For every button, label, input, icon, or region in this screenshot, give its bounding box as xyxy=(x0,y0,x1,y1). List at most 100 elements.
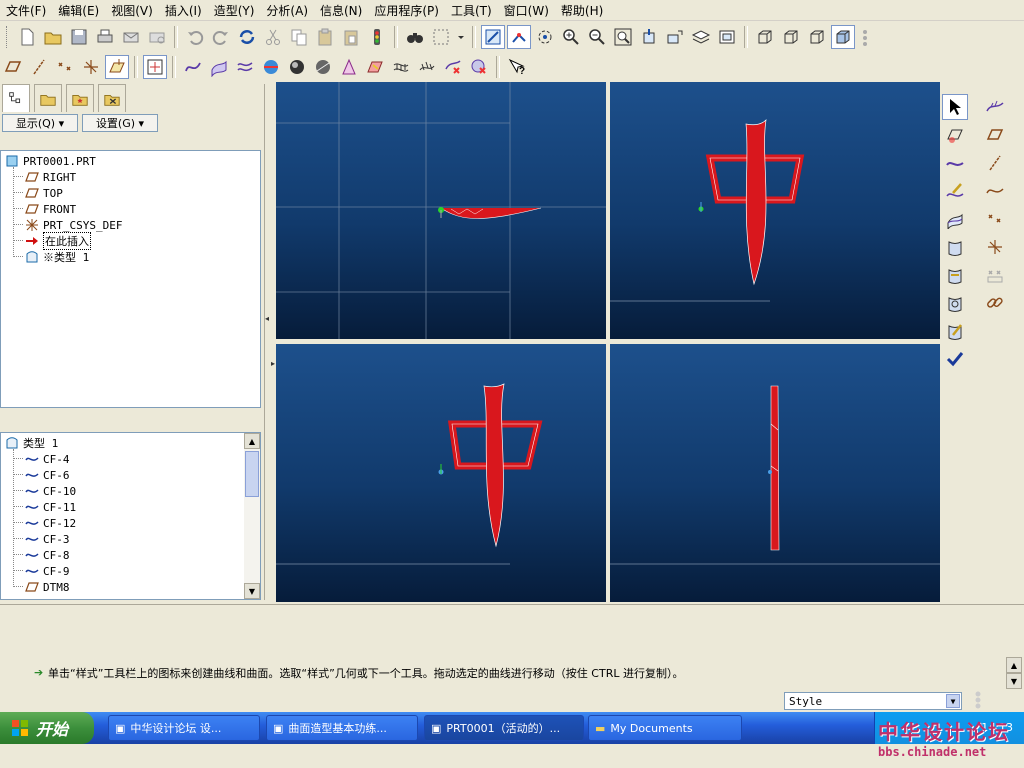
show-menu-button[interactable]: 显示(Q) ▾ xyxy=(2,114,78,132)
menu-item[interactable]: 编辑(E) xyxy=(52,2,105,19)
zoom-out-button[interactable] xyxy=(585,25,609,49)
scroll-up-button[interactable]: ▲ xyxy=(244,433,260,449)
delete-all-button[interactable] xyxy=(467,55,491,79)
style-tree-item[interactable]: CF-6 xyxy=(25,467,70,483)
refit-button[interactable] xyxy=(611,25,635,49)
task-button-tutorial[interactable]: ▣ 曲面造型基本功练... xyxy=(266,715,418,741)
expand-arrow-icon[interactable]: ▸ xyxy=(271,359,275,368)
style-curve-button[interactable] xyxy=(181,55,205,79)
curvature-button[interactable] xyxy=(259,55,283,79)
csys-display-button[interactable] xyxy=(79,55,103,79)
style-surface-button[interactable] xyxy=(207,55,231,79)
chain-tool-button[interactable] xyxy=(982,290,1008,316)
redo-button[interactable] xyxy=(209,25,233,49)
no-hidden-button[interactable] xyxy=(805,25,829,49)
viewport-bottom-right[interactable] xyxy=(610,344,940,602)
task-button-forum[interactable]: ▣ 中华设计论坛 设... xyxy=(108,715,260,741)
start-button[interactable]: 开始 xyxy=(0,712,94,744)
view-manager-button[interactable] xyxy=(715,25,739,49)
tree-item[interactable]: PRT_CSYS_DEF xyxy=(25,217,122,233)
surface-slope-button[interactable] xyxy=(311,55,335,79)
menu-item[interactable]: 信息(N) xyxy=(314,2,368,19)
open-file-button[interactable] xyxy=(41,25,65,49)
scroll-down-button[interactable]: ▼ xyxy=(244,583,260,599)
edit-curve-button[interactable] xyxy=(942,178,968,204)
hidden-line-button[interactable] xyxy=(779,25,803,49)
selection-dropdown[interactable] xyxy=(455,25,467,49)
selection-box-button[interactable] xyxy=(429,25,453,49)
internal-plane-button[interactable] xyxy=(982,122,1008,148)
viewport-top-right[interactable] xyxy=(610,82,940,339)
analysis-point-button[interactable] xyxy=(982,262,1008,288)
trim-surface-button[interactable] xyxy=(942,290,968,316)
viewport-top-left[interactable] xyxy=(276,82,606,339)
scroll-down-button[interactable]: ▼ xyxy=(1006,673,1022,689)
tab-connections[interactable] xyxy=(98,84,126,112)
zoom-in-button[interactable] xyxy=(559,25,583,49)
menu-item[interactable]: 造型(Y) xyxy=(208,2,261,19)
toolbar-grip[interactable] xyxy=(6,26,10,48)
style-tree-item[interactable]: CF-11 xyxy=(25,499,76,515)
delete-analysis-button[interactable] xyxy=(441,55,465,79)
wireframe-button[interactable] xyxy=(753,25,777,49)
menu-item[interactable]: 视图(V) xyxy=(105,2,159,19)
copy-button[interactable] xyxy=(287,25,311,49)
tree-item[interactable]: RIGHT xyxy=(25,169,76,185)
regenerate-button[interactable] xyxy=(235,25,259,49)
spin-center-button[interactable] xyxy=(507,25,531,49)
viewport-bottom-left[interactable] xyxy=(276,344,606,602)
curve-analysis-button[interactable] xyxy=(233,55,257,79)
tab-favorites[interactable] xyxy=(66,84,94,112)
style-tree-item[interactable]: DTM8 xyxy=(25,579,70,595)
filter-select[interactable]: Style ▼ xyxy=(784,692,962,710)
style-tree-item[interactable]: CF-4 xyxy=(25,451,70,467)
undo-button[interactable] xyxy=(183,25,207,49)
datum-plane-display-button[interactable] xyxy=(1,55,25,79)
print-button[interactable] xyxy=(93,25,117,49)
draft-check-button[interactable] xyxy=(337,55,361,79)
curve-analysis-tool-button[interactable] xyxy=(982,94,1008,120)
menu-item[interactable]: 工具(T) xyxy=(445,2,498,19)
search-tool-button[interactable] xyxy=(403,25,427,49)
task-button-prt0001[interactable]: ▣ PRT0001（活动的）... xyxy=(424,715,584,741)
repaint-button[interactable] xyxy=(481,25,505,49)
grid-toggle-button[interactable] xyxy=(143,55,167,79)
send-attach-button[interactable] xyxy=(145,25,169,49)
menu-item[interactable]: 应用程序(P) xyxy=(368,2,445,19)
shading-button[interactable] xyxy=(831,25,855,49)
active-plane-button[interactable] xyxy=(942,122,968,148)
sketch-curve-button[interactable] xyxy=(982,178,1008,204)
scroll-thumb[interactable] xyxy=(245,451,259,497)
create-curve-button[interactable] xyxy=(942,150,968,176)
style-tree-item[interactable]: CF-10 xyxy=(25,483,76,499)
dihedral-analysis-button[interactable] xyxy=(415,55,439,79)
saved-views-button[interactable] xyxy=(663,25,687,49)
collapse-arrow-icon[interactable]: ◂ xyxy=(265,314,269,323)
style-tree-item[interactable]: CF-9 xyxy=(25,563,70,579)
tree-item[interactable]: FRONT xyxy=(25,201,76,217)
orient-mode-button[interactable] xyxy=(533,25,557,49)
model-player-button[interactable] xyxy=(365,25,389,49)
paste-special-button[interactable] xyxy=(339,25,363,49)
tree-item[interactable]: 在此插入 xyxy=(25,232,91,250)
offset-analysis-button[interactable] xyxy=(389,55,413,79)
curve-from-surface-button[interactable] xyxy=(942,206,968,232)
tab-model-tree[interactable] xyxy=(2,84,30,112)
tree-item[interactable]: TOP xyxy=(25,185,63,201)
layers-button[interactable] xyxy=(689,25,713,49)
create-surface-button[interactable] xyxy=(942,234,968,260)
datum-axis-display-button[interactable] xyxy=(27,55,51,79)
shade-analysis-button[interactable] xyxy=(285,55,309,79)
tab-folder-browser[interactable] xyxy=(34,84,62,112)
paste-button[interactable] xyxy=(313,25,337,49)
datum-display-button[interactable] xyxy=(857,25,881,49)
panel-splitter[interactable]: ◂ ▸ xyxy=(264,84,275,600)
style-tree-scrollbar[interactable]: ▲ ▼ xyxy=(244,433,260,599)
annotation-display-button[interactable] xyxy=(105,55,129,79)
style-tree-item[interactable]: CF-8 xyxy=(25,547,70,563)
style-tree-item[interactable]: CF-12 xyxy=(25,515,76,531)
done-button[interactable] xyxy=(942,346,968,372)
reorient-button[interactable] xyxy=(637,25,661,49)
axis-tool-button[interactable] xyxy=(982,150,1008,176)
csys-tool-button[interactable] xyxy=(982,234,1008,260)
